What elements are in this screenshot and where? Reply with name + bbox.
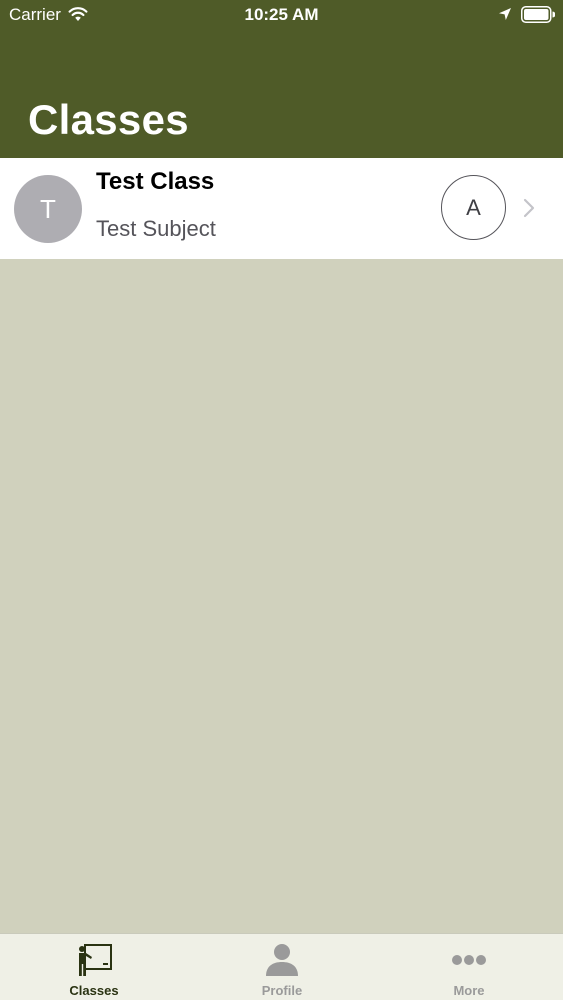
more-dots-icon — [452, 955, 486, 965]
chevron-right-icon — [523, 198, 535, 218]
nav-header: Carrier 10:25 AM Classes — [0, 0, 563, 158]
tab-label: Classes — [69, 983, 119, 998]
class-avatar: T — [14, 175, 82, 243]
tab-bar: Classes Profile More — [0, 933, 563, 1000]
tab-classes[interactable]: Classes — [0, 934, 188, 1000]
tab-label: More — [453, 983, 485, 998]
tab-profile[interactable]: Profile — [188, 934, 376, 1000]
location-icon — [499, 8, 511, 20]
status-bar: Carrier 10:25 AM — [0, 0, 563, 30]
class-title: Test Class — [96, 168, 215, 195]
tab-label: Profile — [261, 983, 303, 998]
class-list: T Test Class Test Subject A — [0, 158, 563, 259]
tab-more[interactable]: More — [375, 934, 563, 1000]
status-time: 10:25 AM — [244, 5, 319, 24]
class-action-button[interactable]: A — [441, 175, 506, 240]
teacher-board-icon — [79, 944, 112, 976]
person-icon — [266, 944, 298, 976]
page-title: Classes — [28, 96, 189, 143]
class-subject: Test Subject — [96, 216, 216, 241]
battery-icon — [521, 6, 555, 23]
class-row[interactable]: T Test Class Test Subject A — [0, 158, 563, 259]
